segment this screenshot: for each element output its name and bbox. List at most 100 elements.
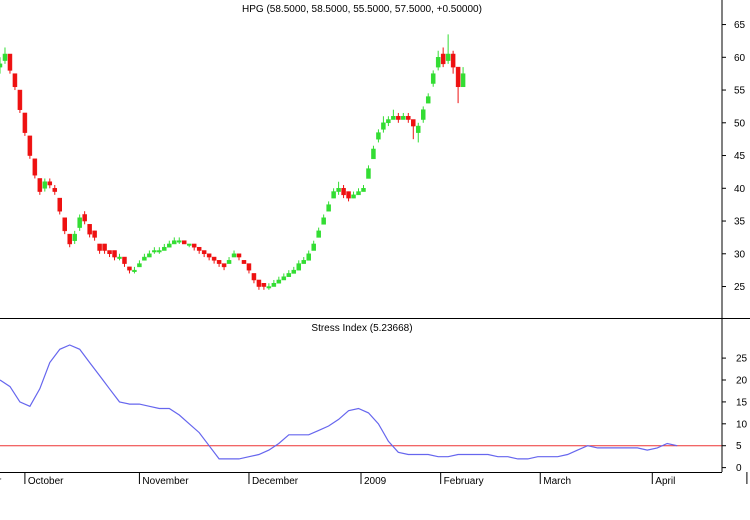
candle — [401, 113, 405, 120]
candle — [396, 113, 400, 123]
candle — [63, 218, 67, 234]
candle — [58, 198, 62, 214]
stock-chart: HPG (58.5000, 58.5000, 55.5000, 57.5000,… — [0, 0, 750, 515]
candle — [332, 188, 336, 198]
candle — [172, 237, 176, 244]
candle — [38, 178, 42, 194]
candle — [361, 185, 365, 192]
candle — [386, 116, 390, 126]
x-axis-tick-label: r — [0, 476, 2, 487]
candle — [177, 237, 181, 244]
candle — [307, 251, 311, 261]
x-axis: rOctoberNovemberDecember2009FebruaryMarc… — [0, 472, 750, 487]
candle — [162, 244, 166, 251]
price-y-ticks: 253035404550556065 — [722, 20, 746, 293]
stress-y-tick-label: 15 — [736, 397, 748, 408]
candle — [446, 34, 450, 63]
candle — [18, 90, 22, 113]
price-y-tick-label: 65 — [734, 20, 746, 31]
candle — [182, 241, 186, 244]
candle — [287, 270, 291, 277]
candle — [137, 260, 141, 267]
chart-stage: HPG (58.5000, 58.5000, 55.5000, 57.5000,… — [0, 0, 750, 515]
candle — [157, 247, 161, 254]
candle — [147, 251, 151, 258]
price-y-tick-label: 40 — [734, 184, 746, 195]
candle — [53, 185, 57, 195]
candle — [73, 231, 77, 244]
candle — [252, 273, 256, 283]
price-y-tick-label: 50 — [734, 118, 746, 129]
candle — [272, 280, 276, 287]
candle — [93, 231, 97, 241]
candle — [222, 264, 226, 271]
price-y-tick-label: 60 — [734, 53, 746, 64]
price-y-tick-label: 35 — [734, 217, 746, 228]
candle — [43, 178, 47, 191]
candle — [327, 201, 331, 211]
candle — [83, 211, 87, 224]
candle — [371, 146, 375, 159]
candle — [302, 257, 306, 264]
x-axis-tick-label: February — [444, 476, 484, 487]
candle — [113, 251, 117, 261]
candle — [441, 47, 445, 67]
price-panel: HPG (58.5000, 58.5000, 55.5000, 57.5000,… — [0, 0, 746, 318]
price-chart-title: HPG (58.5000, 58.5000, 55.5000, 57.5000,… — [242, 4, 482, 15]
candle — [207, 254, 211, 261]
candle — [13, 74, 17, 90]
x-axis-tick-label: April — [655, 476, 675, 487]
candle — [187, 244, 191, 247]
candle — [217, 260, 221, 267]
candle — [103, 244, 107, 254]
stress-y-tick-label: 20 — [736, 376, 748, 387]
candle — [247, 264, 251, 274]
x-axis-tick-label: 2009 — [364, 476, 387, 487]
candle — [317, 228, 321, 238]
price-y-tick-label: 45 — [734, 151, 746, 162]
candle — [118, 254, 122, 261]
candle — [98, 244, 102, 254]
candle — [416, 123, 420, 143]
candle — [426, 93, 430, 103]
candle — [262, 283, 266, 290]
candle — [376, 129, 380, 142]
candle — [0, 57, 2, 73]
price-y-tick-label: 30 — [734, 249, 746, 260]
candle — [431, 70, 435, 86]
stress-y-tick-label: 10 — [736, 419, 748, 430]
candle — [142, 254, 146, 261]
candle — [152, 247, 156, 254]
candle — [28, 136, 32, 159]
candle — [267, 283, 271, 290]
candle — [461, 67, 465, 87]
candle — [197, 247, 201, 254]
candle — [33, 159, 37, 179]
stress-y-tick-label: 5 — [736, 441, 742, 452]
candle — [352, 192, 356, 199]
candle — [337, 182, 341, 195]
candle — [451, 51, 455, 74]
price-candles — [0, 34, 465, 289]
stress-index-title: Stress Index (5.23668) — [311, 323, 412, 334]
candle — [108, 251, 112, 258]
stress-index-line — [0, 345, 677, 459]
candle — [192, 244, 196, 251]
candle — [391, 110, 395, 120]
candle — [282, 273, 286, 280]
x-axis-labels: rOctoberNovemberDecember2009FebruaryMarc… — [0, 472, 750, 487]
candle — [132, 267, 136, 274]
candle — [297, 260, 301, 270]
candle — [8, 54, 12, 74]
candle — [237, 254, 241, 261]
candle — [78, 214, 82, 230]
candle — [232, 251, 236, 258]
candle — [88, 224, 92, 237]
stress-y-tick-label: 0 — [736, 463, 742, 474]
stress-y-ticks: 0510152025 — [722, 354, 748, 475]
candle — [357, 188, 361, 195]
stress-panel: Stress Index (5.23668) 0510152025 — [0, 319, 748, 474]
candle — [122, 257, 126, 267]
candle — [342, 185, 346, 198]
x-axis-tick-label: March — [543, 476, 571, 487]
